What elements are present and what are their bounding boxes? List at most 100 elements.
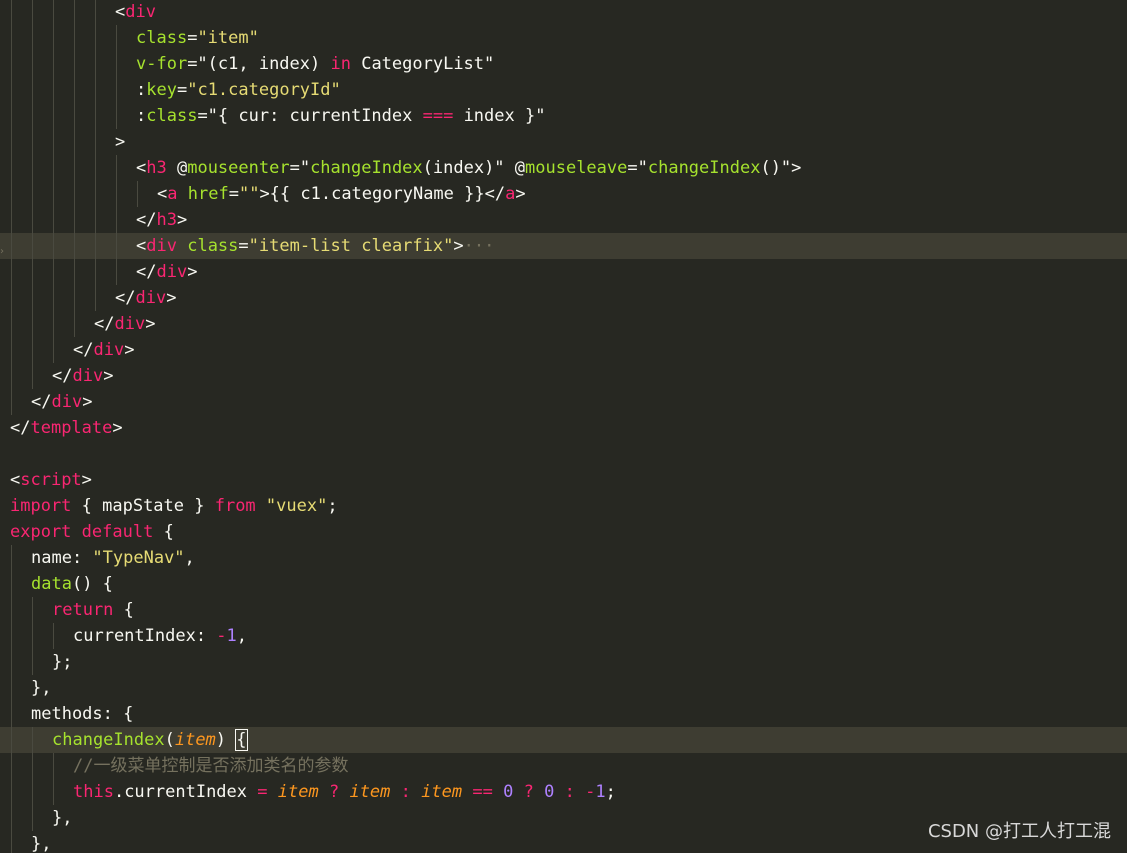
- code-text: name: "TypeNav",: [31, 545, 195, 571]
- code-token: class: [187, 236, 239, 256]
- code-token: .currentIndex: [113, 782, 258, 802]
- indent-guide: [116, 25, 117, 51]
- code-line[interactable]: </div>: [0, 389, 1127, 415]
- code-line[interactable]: export default {: [0, 519, 1127, 545]
- indent-guide: [11, 233, 12, 259]
- indent-guide: [32, 155, 33, 181]
- code-line[interactable]: this.currentIndex = item ? item : item =…: [0, 779, 1127, 805]
- indent-guide: [116, 155, 117, 181]
- indent-guide: [11, 363, 12, 389]
- code-token: div: [125, 2, 156, 22]
- code-line[interactable]: </template>: [0, 415, 1127, 441]
- code-token: },: [31, 834, 52, 853]
- code-text: </h3>: [136, 207, 187, 233]
- indent-guide: [11, 129, 12, 155]
- indent-guide: [32, 77, 33, 103]
- code-line[interactable]: <div class="item-list clearfix">··· ›: [0, 233, 1127, 259]
- indent-guide: [116, 181, 117, 207]
- folded-region-ellipsis[interactable]: ···: [464, 236, 495, 256]
- code-token: ="{ cur: currentIndex: [197, 106, 423, 126]
- indent-guide: [116, 233, 117, 259]
- code-token: 1: [595, 782, 606, 802]
- code-text: methods: {: [31, 701, 133, 727]
- code-line[interactable]: //一级菜单控制是否添加类名的参数: [0, 753, 1127, 779]
- code-line[interactable]: },: [0, 675, 1127, 701]
- indent-guide: [32, 103, 33, 129]
- code-token: div: [114, 314, 146, 334]
- indent-guide: [74, 51, 75, 77]
- code-token: in: [330, 54, 351, 74]
- indent-guide: [74, 285, 75, 311]
- code-line[interactable]: <a href="">{{ c1.categoryName }}</a>: [0, 181, 1127, 207]
- code-line[interactable]: import { mapState } from "vuex";: [0, 493, 1127, 519]
- indent-guide: [53, 103, 54, 129]
- code-token: >{{ c1.categoryName }}</: [259, 184, 506, 204]
- indent-guide: [11, 727, 12, 753]
- code-line[interactable]: [0, 441, 1127, 467]
- indent-guide: [11, 623, 12, 649]
- code-text: :key="c1.categoryId": [136, 77, 341, 103]
- indent-guide: [11, 155, 12, 181]
- indent-guide: [32, 0, 33, 25]
- code-line[interactable]: </div>: [0, 311, 1127, 337]
- indent-guide: [116, 259, 117, 285]
- code-token: item: [277, 782, 319, 802]
- code-line[interactable]: currentIndex: -1,: [0, 623, 1127, 649]
- code-line[interactable]: >: [0, 129, 1127, 155]
- code-line[interactable]: :key="c1.categoryId": [0, 77, 1127, 103]
- code-token: ;: [327, 496, 338, 516]
- code-token: {: [235, 729, 248, 751]
- code-line[interactable]: data() {: [0, 571, 1127, 597]
- code-token: :: [136, 106, 147, 126]
- code-line[interactable]: methods: {: [0, 701, 1127, 727]
- code-token: -: [585, 782, 596, 802]
- code-token: {: [153, 522, 174, 542]
- code-text: },: [52, 805, 72, 831]
- code-token: >: [145, 314, 156, 334]
- indent-guide: [95, 181, 96, 207]
- code-line[interactable]: <h3 @mouseenter="changeIndex(index)" @mo…: [0, 155, 1127, 181]
- code-line[interactable]: </div>: [0, 259, 1127, 285]
- code-line[interactable]: };: [0, 649, 1127, 675]
- indent-guide: [53, 77, 54, 103]
- code-line[interactable]: </h3>: [0, 207, 1127, 233]
- code-line[interactable]: changeIndex(item) {: [0, 727, 1127, 753]
- code-token: template: [30, 418, 113, 438]
- code-token: :: [400, 782, 411, 802]
- indent-guide: [53, 0, 54, 25]
- indent-guide: [11, 831, 12, 853]
- indent-guide: [95, 233, 96, 259]
- code-token: data: [31, 574, 72, 594]
- indent-guide: [53, 779, 54, 805]
- code-text: v-for="(c1, index) in CategoryList": [136, 51, 494, 77]
- indent-guide: [53, 129, 54, 155]
- indent-guide: [32, 233, 33, 259]
- code-editor[interactable]: <div class="item" v-for="(c1, index) in Ca…: [0, 0, 1127, 853]
- indent-guide: [74, 155, 75, 181]
- code-token: name:: [31, 548, 93, 568]
- code-line[interactable]: <script>: [0, 467, 1127, 493]
- code-line[interactable]: </div>: [0, 363, 1127, 389]
- code-line[interactable]: </div>: [0, 285, 1127, 311]
- code-text: },: [31, 831, 51, 853]
- code-line[interactable]: :class="{ cur: currentIndex === index }": [0, 103, 1127, 129]
- indent-guide: [32, 337, 33, 363]
- code-token: >: [115, 132, 126, 152]
- code-line[interactable]: name: "TypeNav",: [0, 545, 1127, 571]
- code-line[interactable]: return {: [0, 597, 1127, 623]
- code-token: //一级菜单控制是否添加类名的参数: [73, 756, 349, 776]
- code-line[interactable]: class="item": [0, 25, 1127, 51]
- code-line[interactable]: <div: [0, 0, 1127, 25]
- code-token: changeIndex: [52, 730, 165, 750]
- indent-guide: [74, 129, 75, 155]
- code-line[interactable]: </div>: [0, 337, 1127, 363]
- code-line[interactable]: v-for="(c1, index) in CategoryList": [0, 51, 1127, 77]
- code-token: <: [136, 158, 147, 178]
